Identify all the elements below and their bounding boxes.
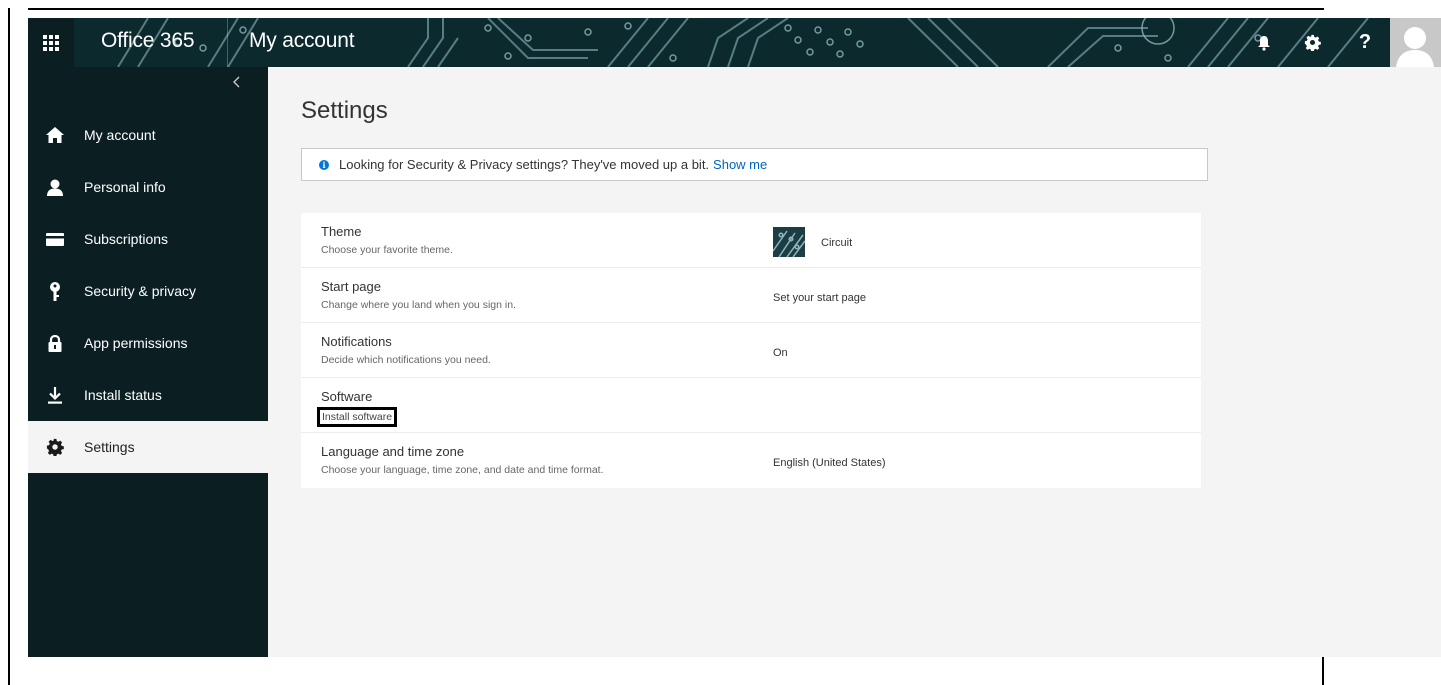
sidebar-item-settings[interactable]: Settings [28,421,268,473]
gear-icon [1304,34,1321,51]
setting-row-notifications[interactable]: Notifications Decide which notifications… [301,323,1201,378]
home-icon [28,127,82,143]
collapse-sidebar-button[interactable] [232,75,252,95]
settings-button[interactable] [1290,18,1334,67]
sidebar-item-security-privacy[interactable]: Security & privacy [28,265,268,317]
theme-thumbnail [773,227,805,257]
person-icon [28,179,82,196]
download-icon [28,386,82,404]
help-button[interactable]: ? [1343,18,1387,67]
lock-icon [28,334,82,352]
setting-value: English (United States) [773,457,886,469]
sidebar-item-install-status[interactable]: Install status [28,369,268,421]
sidebar-item-subscriptions[interactable]: Subscriptions [28,213,268,265]
setting-title: Start page [321,279,381,294]
app-title[interactable]: Office 365 [101,29,195,53]
setting-value: Set your start page [773,292,866,304]
frame-border-left [8,8,10,685]
info-banner: i Looking for Security & Privacy setting… [301,148,1208,181]
page-title: Settings [301,97,388,124]
setting-title: Language and time zone [321,444,465,459]
key-icon [28,281,82,301]
sidebar-item-my-account[interactable]: My account [28,109,268,161]
circuit-pattern [117,18,1369,67]
sidebar-item-label: Personal info [84,179,166,195]
sidebar-item-label: My account [84,127,156,143]
bell-icon [1258,35,1270,51]
sidebar-item-label: App permissions [84,335,188,351]
info-icon: i [319,159,329,170]
top-navigation-bar: Office 365 My account ? [28,18,1441,67]
setting-row-start-page[interactable]: Start page Change where you land when yo… [301,268,1201,323]
user-avatar [1396,27,1434,67]
main-content: Settings i Looking for Security & Privac… [268,67,1441,657]
app-launcher-icon [43,34,59,51]
setting-row-software: Software Install software [301,378,1201,433]
frame-border-right [1322,656,1324,685]
setting-value: On [773,347,788,359]
install-software-link[interactable]: Install software [317,407,398,427]
setting-description: Decide which notifications you need. [321,354,491,366]
sidebar-item-personal-info[interactable]: Personal info [28,161,268,213]
breadcrumb-separator [227,18,228,67]
show-me-link[interactable]: Show me [713,157,767,172]
setting-description: Choose your favorite theme. [321,244,453,256]
sidebar-item-label: Install status [84,387,162,403]
sidebar-item-label: Settings [84,439,135,455]
sidebar-item-label: Subscriptions [84,231,169,247]
sidebar-item-app-permissions[interactable]: App permissions [28,317,268,369]
chevron-left-icon [233,76,240,88]
setting-title: Theme [321,224,362,239]
setting-description: Choose your language, time zone, and dat… [321,464,604,476]
sidebar: My account Personal info Subscriptions S… [28,67,268,657]
setting-description: Change where you land when you sign in. [321,299,516,311]
setting-row-theme[interactable]: Theme Choose your favorite theme. Circui… [301,213,1201,268]
gear-icon [28,438,82,456]
setting-title: Software [321,389,373,404]
section-title[interactable]: My account [249,29,355,53]
app-launcher-button[interactable] [28,18,74,67]
setting-value: Circuit [821,237,853,249]
user-avatar-button[interactable] [1390,18,1441,67]
settings-list: Theme Choose your favorite theme. Circui… [301,213,1201,488]
card-icon [28,232,82,246]
setting-row-language-time-zone[interactable]: Language and time zone Choose your langu… [301,433,1201,488]
setting-title: Notifications [321,334,392,349]
info-text: Looking for Security & Privacy settings?… [339,157,710,172]
notifications-button[interactable] [1242,18,1286,67]
frame-border-top [28,8,1324,10]
sidebar-item-label: Security & privacy [84,283,197,299]
help-icon: ? [1358,31,1372,53]
